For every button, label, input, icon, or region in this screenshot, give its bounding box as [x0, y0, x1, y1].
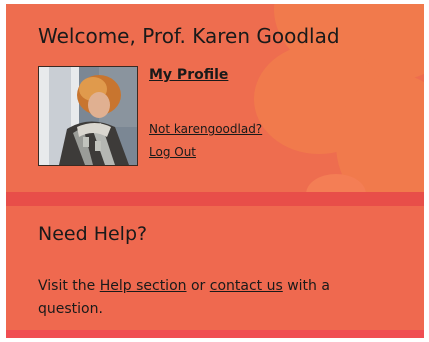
not-user-link[interactable]: Not karengoodlad? [149, 122, 262, 136]
section-divider [6, 192, 424, 208]
my-profile-link[interactable]: My Profile [149, 67, 228, 83]
help-text-before: Visit the [38, 278, 100, 294]
welcome-panel: Welcome, Prof. Karen Goodlad My Profile … [6, 4, 424, 192]
help-panel: Need Help? Visit the Help section or con… [6, 206, 424, 330]
help-text-middle: or [186, 278, 210, 294]
logout-link[interactable]: Log Out [149, 145, 196, 159]
avatar [38, 66, 138, 166]
welcome-title: Welcome, Prof. Karen Goodlad [38, 24, 340, 48]
avatar-photo [39, 67, 137, 165]
user-account-card: Welcome, Prof. Karen Goodlad My Profile … [6, 4, 424, 338]
contact-us-link[interactable]: contact us [210, 278, 283, 294]
help-section-link[interactable]: Help section [100, 278, 187, 294]
help-text: Visit the Help section or contact us wit… [38, 275, 388, 321]
bottom-band [6, 330, 424, 338]
help-title: Need Help? [38, 223, 148, 245]
